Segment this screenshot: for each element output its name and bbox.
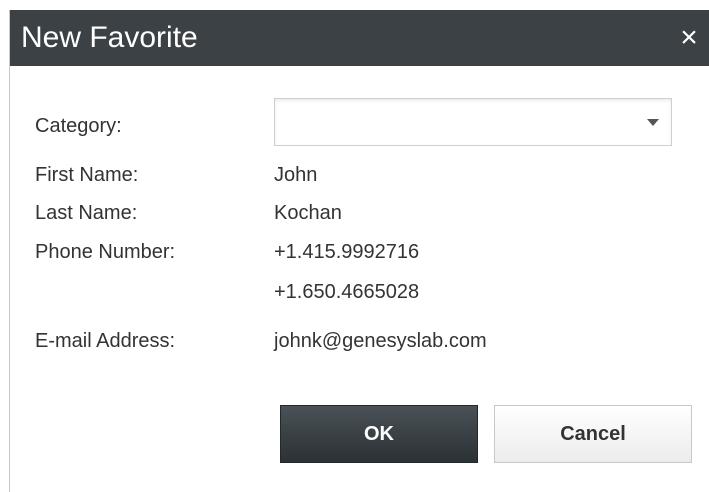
- ok-button[interactable]: OK: [280, 405, 478, 463]
- category-select[interactable]: [274, 98, 672, 146]
- dialog-titlebar: New Favorite ×: [10, 10, 709, 66]
- phone-number-value-1: +1.415.9992716: [274, 241, 420, 263]
- email-address-value: johnk@genesyslab.com: [274, 330, 487, 352]
- first-name-value: John: [274, 164, 318, 186]
- cancel-button[interactable]: Cancel: [494, 405, 692, 463]
- category-label: Category:: [35, 115, 122, 137]
- dialog-title: New Favorite: [21, 21, 198, 54]
- phone-number-label: Phone Number:: [35, 241, 176, 263]
- new-favorite-dialog: New Favorite × Category: First Name: Joh…: [9, 10, 709, 492]
- last-name-value: Kochan: [274, 202, 342, 224]
- first-name-label: First Name:: [35, 164, 139, 186]
- phone-number-value-2: +1.650.4665028: [274, 281, 420, 303]
- last-name-label: Last Name:: [35, 202, 138, 224]
- email-address-label: E-mail Address:: [35, 330, 176, 352]
- close-icon[interactable]: ×: [674, 22, 704, 54]
- chevron-down-icon: [647, 119, 659, 126]
